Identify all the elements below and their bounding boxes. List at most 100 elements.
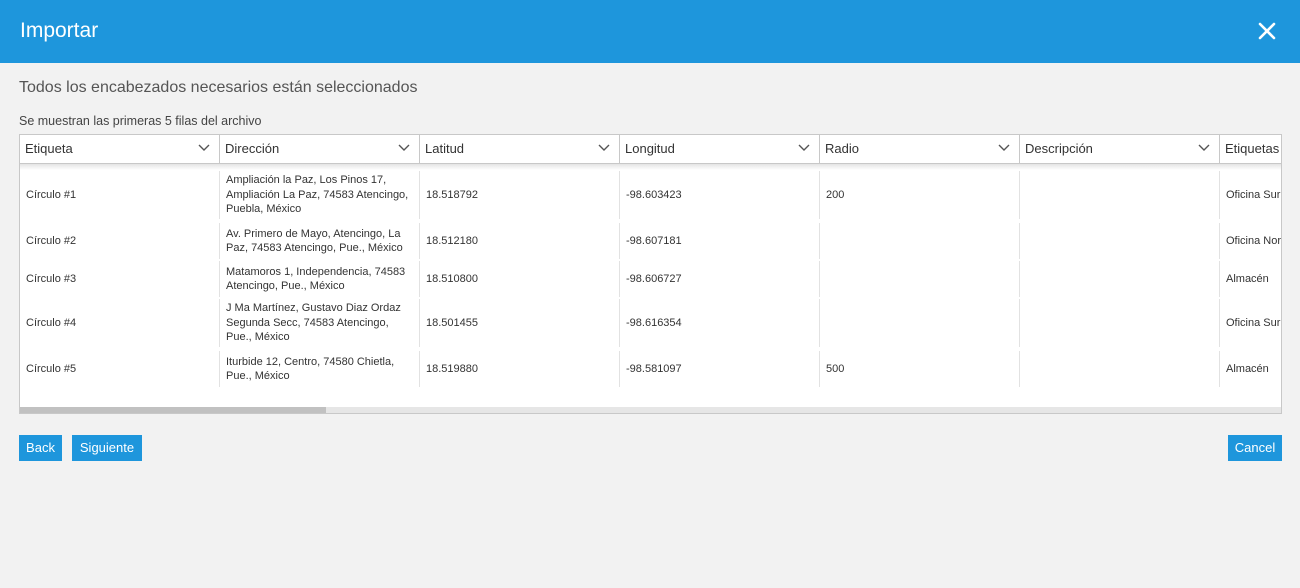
table-cell: Almacén <box>1220 261 1281 297</box>
chevron-down-icon <box>1198 144 1210 151</box>
table-cell <box>1020 351 1220 387</box>
table-cell: 18.510800 <box>420 261 620 297</box>
close-icon <box>1258 22 1276 40</box>
table-cell: Círculo #5 <box>20 351 220 387</box>
cell-text: -98.603423 <box>626 188 682 201</box>
table-row: Círculo #3 Matamoros 1, Independencia, 74… <box>20 261 1281 297</box>
cell-text: 18.512180 <box>426 234 478 247</box>
table-cell: -98.581097 <box>620 351 820 387</box>
scrollbar-thumb[interactable] <box>20 407 326 413</box>
cell-text: Oficina Sur <box>1226 316 1281 329</box>
column-header[interactable]: Dirección <box>220 135 420 163</box>
table-row: Círculo #2 Av. Primero de Mayo, Atencingo… <box>20 223 1282 259</box>
table-cell: 18.501455 <box>420 299 620 347</box>
chevron-down-icon <box>998 144 1010 151</box>
cell-text: Círculo #5 <box>26 362 77 375</box>
preview-grid: Etiqueta Dirección Latitud Longitud Radio Des… <box>19 134 1282 414</box>
table-cell: Oficina Sur <box>1220 171 1281 219</box>
cell-text: Av. Primero de Mayo, Atencingo, La Paz, … <box>226 227 403 255</box>
column-header[interactable]: Longitud <box>620 135 820 163</box>
table-cell: Círculo #4 <box>20 299 220 347</box>
table-row: Círculo #4 J Ma Martínez, Gustavo Diaz Or… <box>20 299 1281 347</box>
cell-text: Oficina Norte <box>1226 234 1282 247</box>
cell-text: Iturbide 12, Centro, 74580 Chietla, Pue.… <box>226 355 395 383</box>
table-cell: Oficina Sur <box>1220 299 1281 347</box>
table-cell <box>1020 299 1220 347</box>
cell-text: Oficina Sur <box>1226 188 1281 201</box>
table-cell: 500 <box>820 351 1020 387</box>
horizontal-scrollbar[interactable] <box>20 407 1281 413</box>
cell-text: 18.518792 <box>426 188 478 201</box>
cell-text: Círculo #4 <box>26 316 77 329</box>
chevron-down-icon <box>198 144 210 151</box>
close-button[interactable] <box>1256 20 1278 42</box>
table-row: Círculo #5 Iturbide 12, Centro, 74580 Chi… <box>20 351 1281 387</box>
chevron-down-icon <box>598 144 610 151</box>
grid-header-row: Etiqueta Dirección Latitud Longitud Radio Des… <box>20 135 1281 164</box>
column-header[interactable]: Etiquetas <box>1220 135 1281 163</box>
table-cell: -98.607181 <box>620 223 820 259</box>
column-header[interactable]: Latitud <box>420 135 620 163</box>
table-cell: 18.512180 <box>420 223 620 259</box>
column-header-label: Latitud <box>425 141 465 156</box>
table-cell <box>820 299 1020 347</box>
cell-text: -98.581097 <box>626 362 682 375</box>
next-button[interactable]: Siguiente <box>72 435 142 461</box>
column-header[interactable]: Descripción <box>1020 135 1220 163</box>
table-cell: Oficina Norte <box>1220 223 1282 259</box>
cell-text: 18.519880 <box>426 362 478 375</box>
table-cell <box>1020 223 1220 259</box>
table-cell <box>1020 171 1220 219</box>
column-header-label: Descripción <box>1025 141 1093 156</box>
table-cell: -98.616354 <box>620 299 820 347</box>
table-cell: J Ma Martínez, Gustavo Diaz Ordaz Segund… <box>220 299 420 347</box>
table-cell: Iturbide 12, Centro, 74580 Chietla, Pue.… <box>220 351 420 387</box>
table-cell: Almacén <box>1220 351 1281 387</box>
table-cell: 200 <box>820 171 1020 219</box>
cell-text: Matamoros 1, Independencia, 74583 Atenci… <box>226 265 406 293</box>
column-header[interactable]: Radio <box>820 135 1020 163</box>
column-header-label: Longitud <box>625 141 675 156</box>
column-header-label: Etiquetas <box>1225 141 1280 156</box>
cell-text: 200 <box>826 188 845 201</box>
cell-text: Ampliación la Paz, Los Pinos 17, Ampliac… <box>226 174 409 216</box>
cell-text: -98.606727 <box>626 272 682 285</box>
table-cell <box>820 261 1020 297</box>
table-cell: Círculo #3 <box>20 261 220 297</box>
rows-caption: Se muestran las primeras 5 filas del arc… <box>19 114 262 128</box>
table-cell: 18.519880 <box>420 351 620 387</box>
table-cell <box>1020 261 1220 297</box>
dialog-title: Importar <box>20 19 99 42</box>
back-button[interactable]: Back <box>19 435 62 461</box>
table-cell: Ampliación la Paz, Los Pinos 17, Ampliac… <box>220 171 420 219</box>
cell-text: Círculo #3 <box>26 272 77 285</box>
cell-text: Círculo #1 <box>26 188 77 201</box>
cell-text: -98.616354 <box>626 316 682 329</box>
cancel-button[interactable]: Cancel <box>1228 435 1282 461</box>
cell-text: J Ma Martínez, Gustavo Diaz Ordaz Segund… <box>226 302 401 344</box>
column-header-label: Radio <box>825 141 859 156</box>
cell-text: 500 <box>826 362 845 375</box>
column-header-label: Etiqueta <box>25 141 73 156</box>
cell-text: 18.510800 <box>426 272 478 285</box>
column-header-label: Dirección <box>225 141 280 156</box>
cell-text: 18.501455 <box>426 316 478 329</box>
cell-text: Almacén <box>1226 362 1269 375</box>
table-cell: Av. Primero de Mayo, Atencingo, La Paz, … <box>220 223 420 259</box>
dialog-header: Importar <box>0 0 1300 63</box>
table-cell: Círculo #2 <box>20 223 220 259</box>
table-cell: -98.603423 <box>620 171 820 219</box>
cell-text: -98.607181 <box>626 234 682 247</box>
chevron-down-icon <box>398 144 410 151</box>
table-cell: -98.606727 <box>620 261 820 297</box>
table-cell: Matamoros 1, Independencia, 74583 Atenci… <box>220 261 420 297</box>
column-header[interactable]: Etiqueta <box>20 135 220 163</box>
table-cell: Círculo #1 <box>20 171 220 219</box>
table-row: Círculo #1 Ampliación la Paz, Los Pinos 1… <box>20 171 1281 219</box>
cell-text: Círculo #2 <box>26 234 77 247</box>
table-cell: 18.518792 <box>420 171 620 219</box>
header-shadow <box>20 164 1281 170</box>
status-message: Todos los encabezados necesarios están s… <box>19 79 418 96</box>
chevron-down-icon <box>798 144 810 151</box>
cell-text: Almacén <box>1226 272 1269 285</box>
